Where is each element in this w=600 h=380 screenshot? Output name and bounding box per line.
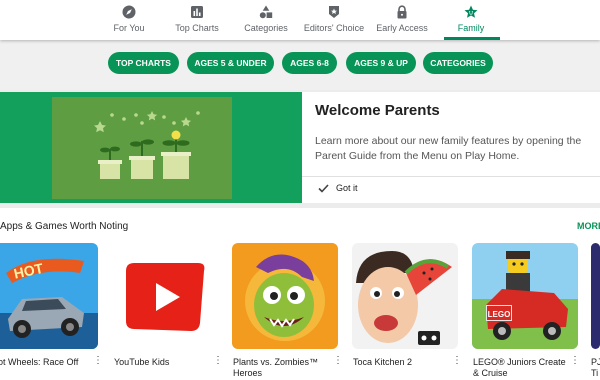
got-it-label: Got it (336, 183, 358, 193)
chip-categories[interactable]: CATEGORIES (423, 52, 493, 74)
badge-icon (329, 6, 339, 18)
bar-chart-icon (191, 6, 203, 18)
app-icon-partial[interactable] (591, 243, 600, 349)
tab-label: Family (457, 23, 485, 33)
star-face-icon (464, 5, 478, 18)
app-icon-plants-vs-zombies[interactable] (232, 243, 338, 349)
svg-text:LEGO: LEGO (488, 310, 511, 319)
got-it-button[interactable]: Got it (318, 180, 378, 198)
chip-ages-5-under[interactable]: AGES 5 & UNDER (187, 52, 274, 74)
overflow-menu-icon[interactable]: ⋮ (213, 355, 223, 366)
app-icon-lego-juniors[interactable]: LEGO (472, 243, 578, 349)
app-name: LEGO® Juniors Create (473, 357, 566, 367)
section-title: Apps & Games Worth Noting (0, 221, 129, 232)
app-name: ot Wheels: Race Off (0, 357, 79, 367)
overflow-menu-icon[interactable]: ⋮ (570, 355, 580, 366)
app-name-line2: & Cruise (473, 368, 508, 378)
compass-icon (122, 5, 136, 19)
app-icon-hot-wheels[interactable]: HOT (0, 243, 98, 349)
overflow-menu-icon[interactable]: ⋮ (93, 355, 103, 366)
app-name-line2: Heroes (233, 368, 263, 378)
shapes-icon (259, 5, 273, 19)
more-button[interactable]: MORE (577, 221, 600, 231)
tab-family[interactable]: Family (426, 0, 516, 40)
app-name: PJ (591, 357, 600, 367)
welcome-body: Learn more about our new family features… (315, 135, 582, 162)
top-tab-bar: For You Top Charts Categories Editors' C… (0, 0, 600, 40)
app-name: YouTube Kids (114, 357, 170, 367)
checkmark-icon (318, 184, 329, 193)
welcome-title: Welcome Parents (315, 102, 440, 119)
overflow-menu-icon[interactable]: ⋮ (333, 355, 343, 366)
chip-top-charts[interactable]: TOP CHARTS (108, 52, 179, 74)
overflow-menu-icon[interactable]: ⋮ (452, 355, 462, 366)
active-tab-indicator (444, 37, 500, 40)
app-icon-toca-kitchen-2[interactable] (352, 243, 458, 349)
app-name: Plants vs. Zombies™ (233, 357, 319, 367)
app-name: Toca Kitchen 2 (353, 357, 413, 367)
chip-ages-6-8[interactable]: AGES 6-8 (282, 52, 337, 74)
lock-icon (397, 5, 407, 19)
app-icon-youtube-kids[interactable] (112, 243, 218, 349)
seedling-pots-illustration (52, 97, 232, 199)
app-name-line2: Ti (591, 368, 599, 378)
chip-ages-9-up[interactable]: AGES 9 & UP (346, 52, 416, 74)
divider (302, 176, 600, 177)
